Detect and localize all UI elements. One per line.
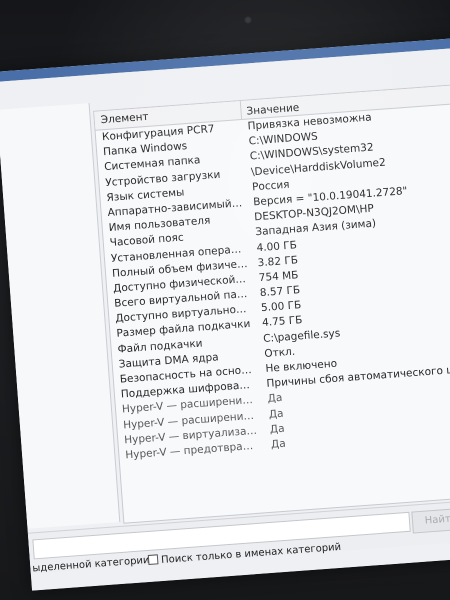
webcam	[244, 16, 252, 24]
column-header-element[interactable]: Элемент	[100, 111, 149, 126]
screen: Элемент Значение Конфигурация PCR7 Привяз…	[0, 37, 450, 591]
details-table: Элемент Значение Конфигурация PCR7 Привяз…	[93, 82, 450, 524]
column-header-value[interactable]: Значение	[246, 102, 300, 118]
column-separator[interactable]	[239, 101, 243, 120]
names-only-checkbox[interactable]	[147, 554, 159, 566]
system-info-window: Элемент Значение Конфигурация PCR7 Привяз…	[0, 47, 450, 591]
find-button[interactable]: Найти	[411, 507, 450, 534]
